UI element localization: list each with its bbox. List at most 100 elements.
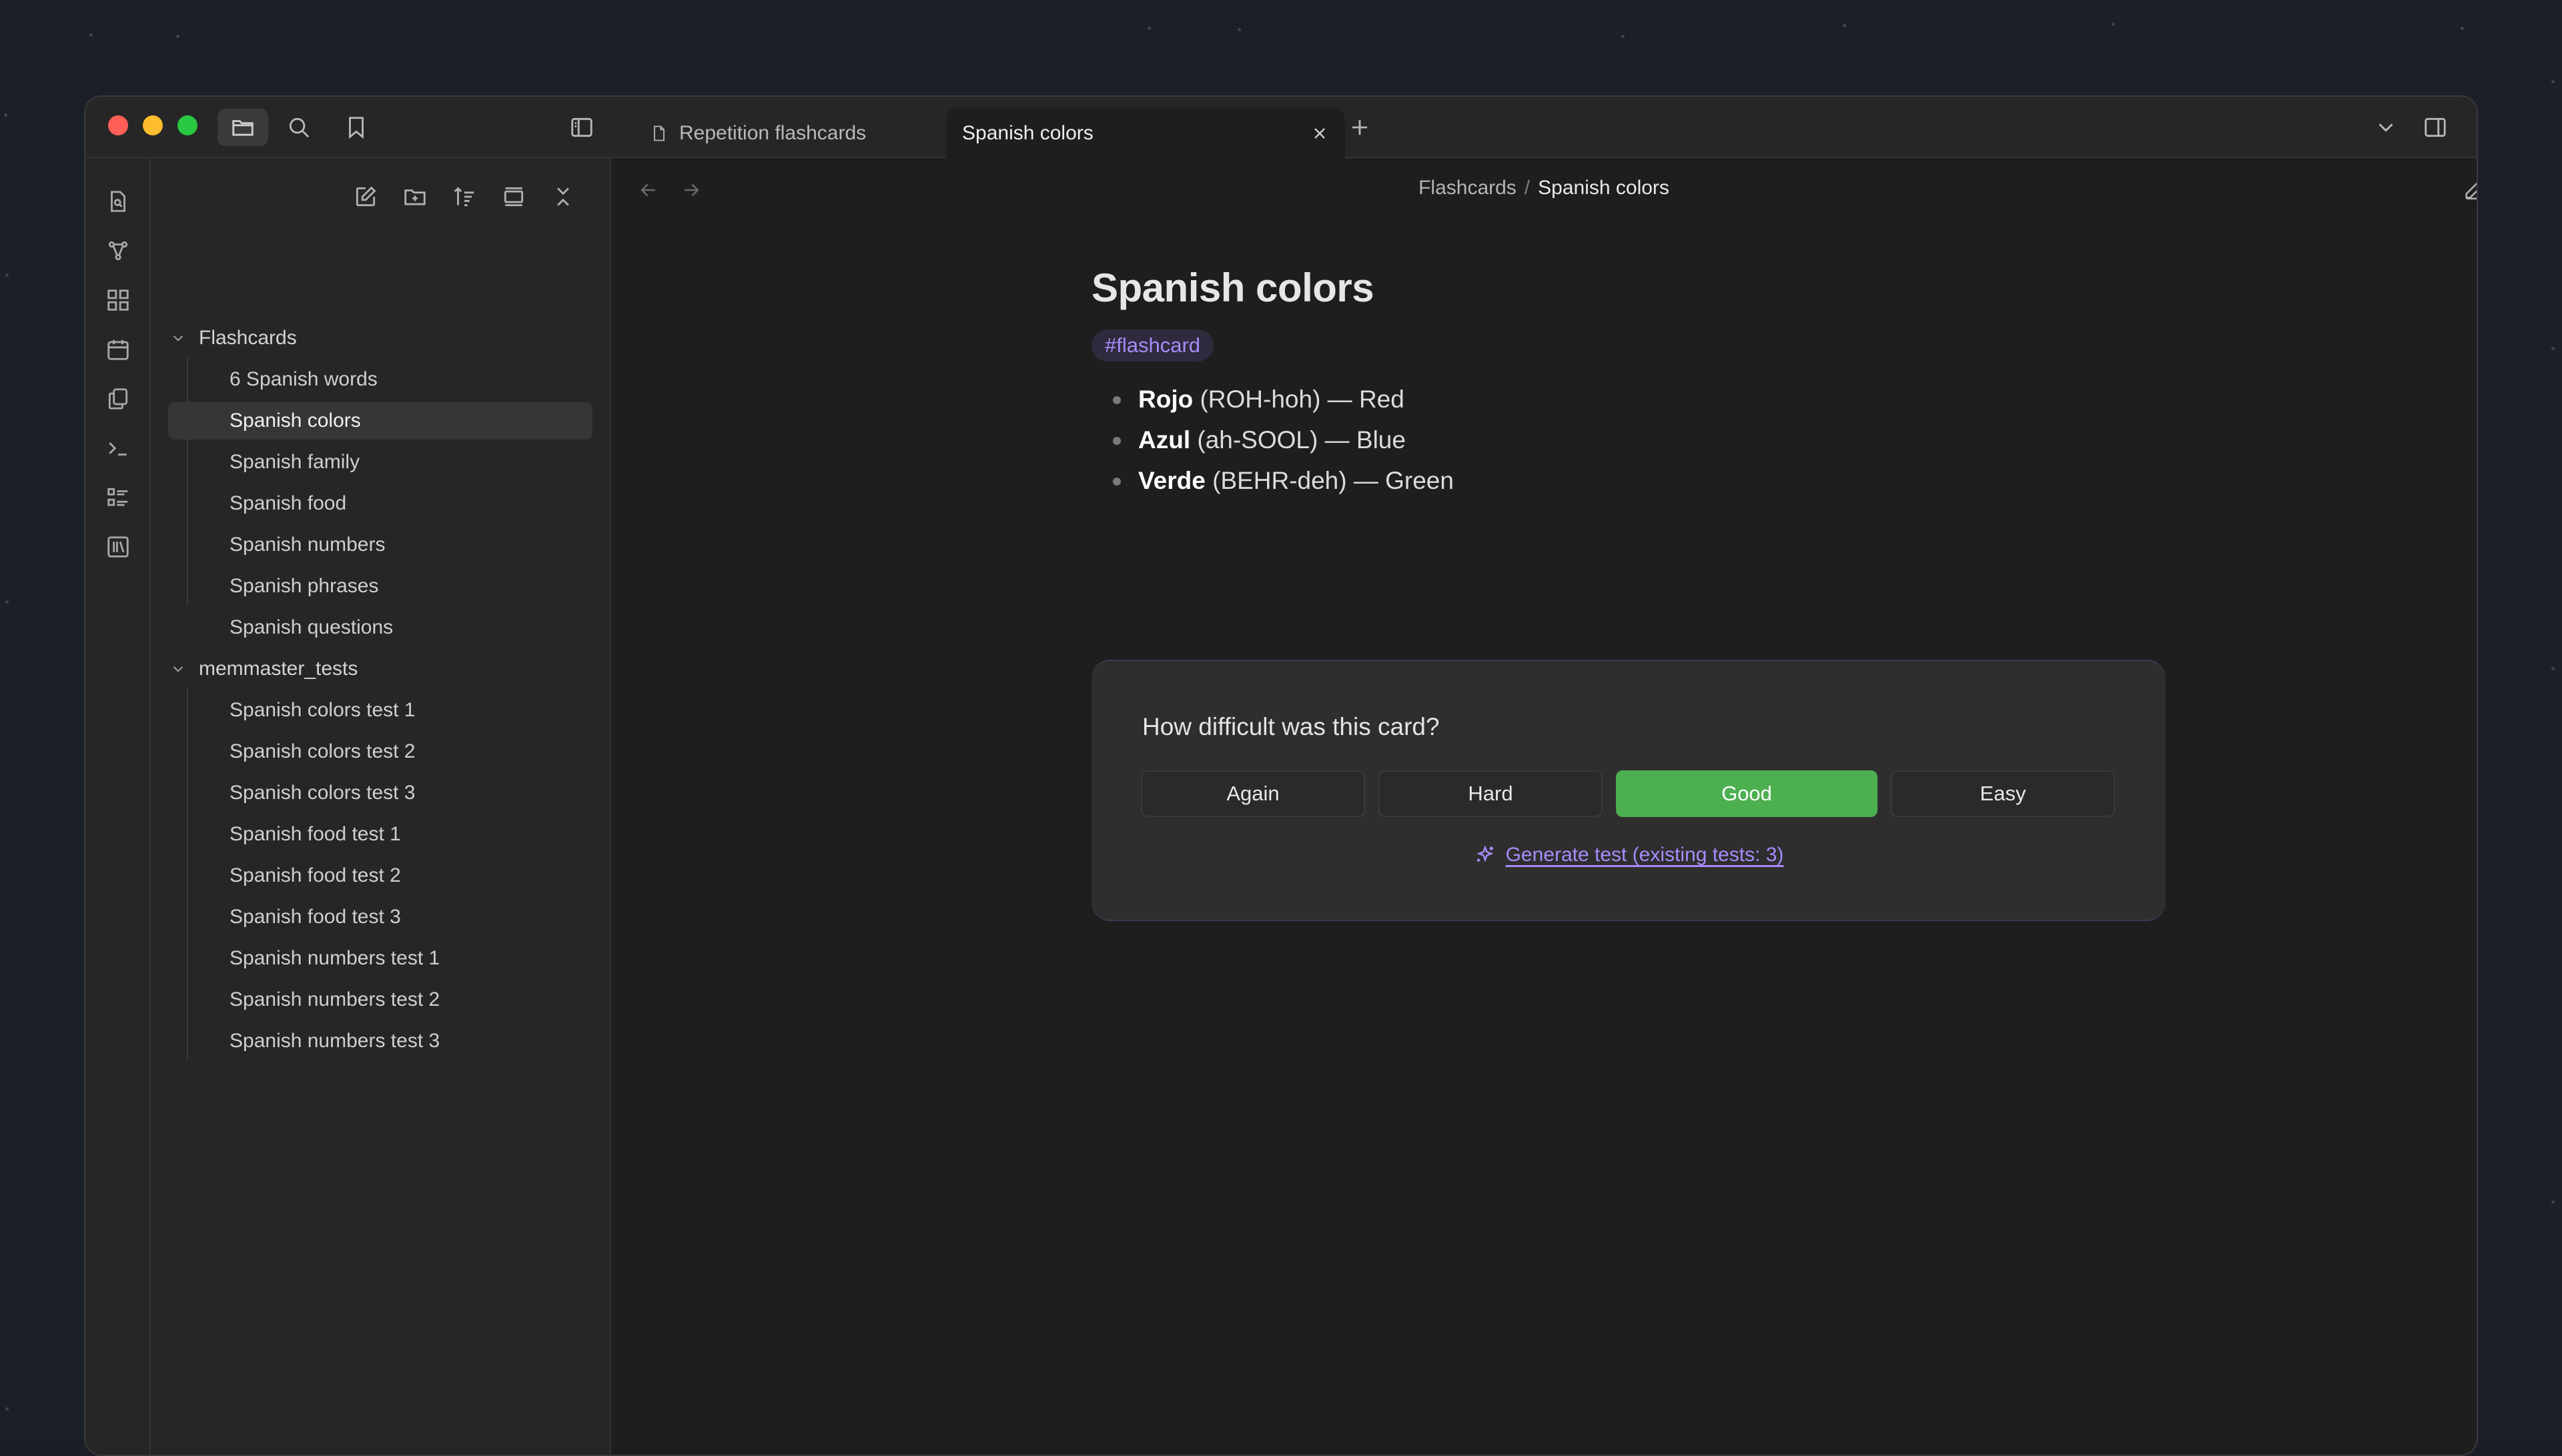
background-star xyxy=(2112,23,2115,26)
file-item[interactable]: Spanish food test 3 xyxy=(168,898,592,936)
hard-button[interactable]: Hard xyxy=(1378,770,1603,817)
file-item[interactable]: Spanish food test 1 xyxy=(168,816,592,853)
bookmarks-button[interactable] xyxy=(331,109,382,146)
graph-view-button[interactable] xyxy=(104,237,132,265)
canvas-button[interactable] xyxy=(104,286,132,314)
close-window-button[interactable] xyxy=(108,115,128,135)
file-item[interactable]: Spanish questions xyxy=(168,609,592,646)
list-item: Azul (ah-SOOL) — Blue xyxy=(1092,420,2166,460)
new-folder-button[interactable] xyxy=(400,182,430,211)
app-window: Repetition flashcards Spanish colors Fla… xyxy=(84,95,2478,1456)
file-item[interactable]: Spanish colors test 1 xyxy=(168,692,592,729)
background-star xyxy=(89,33,93,37)
kanban-icon xyxy=(107,488,128,506)
background-star xyxy=(2551,347,2555,350)
sparkle-icon xyxy=(1476,845,1494,862)
calendar-button[interactable] xyxy=(104,335,132,363)
bullet-list: Rojo (ROH-hoh) — Red Azul (ah-SOOL) — Bl… xyxy=(1092,379,2166,501)
search-button[interactable] xyxy=(274,109,324,146)
sort-icon xyxy=(454,187,474,207)
again-button[interactable]: Again xyxy=(1141,770,1365,817)
tab-label: Spanish colors xyxy=(962,122,1094,144)
list-item: Rojo (ROH-hoh) — Red xyxy=(1092,379,2166,420)
bookmark-icon xyxy=(349,117,364,139)
close-icon[interactable] xyxy=(1310,124,1329,143)
file-item[interactable]: Spanish food xyxy=(168,485,592,522)
file-icon xyxy=(653,125,665,141)
spanish-word: Azul xyxy=(1138,426,1191,454)
close-all-button[interactable] xyxy=(548,182,578,211)
background-star xyxy=(2551,1201,2555,1204)
file-item-active[interactable]: Spanish colors xyxy=(168,402,592,440)
collapse-icon xyxy=(504,187,524,207)
file-item[interactable]: 6 Spanish words xyxy=(168,361,592,398)
file-item[interactable]: Spanish numbers test 3 xyxy=(168,1022,592,1060)
spanish-word: Verde xyxy=(1138,467,1206,494)
review-card: How difficult was this card? Again Hard … xyxy=(1092,660,2166,921)
file-item[interactable]: Spanish numbers test 1 xyxy=(168,940,592,977)
zoom-window-button[interactable] xyxy=(177,115,197,135)
quick-switcher-icon xyxy=(111,191,125,212)
generate-test-label[interactable]: Generate test (existing tests: 3) xyxy=(1506,844,1784,866)
sidebar-toggle-icon xyxy=(571,117,592,137)
folder-flashcards[interactable]: Flashcards xyxy=(169,319,297,357)
file-item[interactable]: Spanish numbers test 2 xyxy=(168,981,592,1018)
generate-test-link[interactable]: Generate test (existing tests: 3) xyxy=(1092,844,2166,866)
file-item[interactable]: Spanish colors test 3 xyxy=(168,774,592,812)
collapse-button[interactable] xyxy=(499,182,528,211)
difficulty-question: How difficult was this card? xyxy=(1142,713,1440,740)
file-item[interactable]: Spanish food test 2 xyxy=(168,857,592,894)
edit-mode-button[interactable] xyxy=(2461,177,2477,203)
right-sidebar-toggle-button[interactable] xyxy=(2417,109,2454,146)
sort-button[interactable] xyxy=(450,182,479,211)
quick-switcher-button[interactable] xyxy=(104,187,132,215)
pronunciation-meaning: (ROH-hoh) — Red xyxy=(1193,386,1404,413)
background-star xyxy=(1148,27,1151,30)
calendar-icon xyxy=(107,339,129,360)
title-bar: Repetition flashcards Spanish colors xyxy=(85,97,2477,159)
pencil-icon xyxy=(2465,182,2477,200)
library-button[interactable] xyxy=(104,533,132,561)
breadcrumb-current[interactable]: Spanish colors xyxy=(1538,177,1669,199)
background-star xyxy=(176,35,179,38)
ribbon xyxy=(85,158,151,1455)
file-item[interactable]: Spanish family xyxy=(168,444,592,481)
new-note-button[interactable] xyxy=(351,182,380,211)
editor-pane: Flashcards / Spanish colors Spanish colors… xyxy=(611,158,2477,1455)
plus-icon xyxy=(1352,119,1368,135)
new-tab-button[interactable] xyxy=(1341,109,1378,146)
file-item[interactable]: Spanish phrases xyxy=(168,568,592,605)
pronunciation-meaning: (BEHR-deh) — Green xyxy=(1205,467,1454,494)
file-item[interactable]: Spanish numbers xyxy=(168,526,592,564)
chevron-down-icon xyxy=(173,335,183,341)
close-all-icon xyxy=(557,187,569,206)
file-item[interactable]: Spanish colors test 2 xyxy=(168,733,592,770)
background-star xyxy=(1238,28,1241,31)
new-note-icon xyxy=(356,186,376,207)
library-icon xyxy=(107,536,129,558)
file-explorer-button[interactable] xyxy=(218,109,268,146)
tab-list-button[interactable] xyxy=(2367,109,2405,146)
background-star xyxy=(1621,35,1625,38)
folder-memmaster-tests[interactable]: memmaster_tests xyxy=(169,650,358,688)
background-star xyxy=(2551,667,2555,670)
new-folder-icon xyxy=(404,189,426,205)
minimize-window-button[interactable] xyxy=(143,115,163,135)
spanish-word: Rojo xyxy=(1138,386,1194,413)
tag-flashcard[interactable]: #flashcard xyxy=(1092,329,1214,361)
right-sidebar-icon xyxy=(2425,117,2446,137)
easy-button[interactable]: Easy xyxy=(1891,770,2115,817)
sidebar-toggle-button[interactable] xyxy=(556,109,607,146)
breadcrumb-parent[interactable]: Flashcards xyxy=(1418,177,1517,199)
background-star xyxy=(2551,80,2555,83)
terminal-button[interactable] xyxy=(104,434,132,462)
templates-button[interactable] xyxy=(104,385,132,413)
background-star xyxy=(5,1407,9,1411)
chevron-down-icon xyxy=(2379,123,2393,132)
background-star xyxy=(4,113,7,117)
folder-label: memmaster_tests xyxy=(199,658,358,680)
file-explorer: Flashcards 6 Spanish words Spanish color… xyxy=(151,158,611,1455)
good-button[interactable]: Good xyxy=(1616,770,1877,817)
tab-spanish-colors[interactable]: Spanish colors xyxy=(946,107,1345,159)
kanban-button[interactable] xyxy=(104,484,132,512)
